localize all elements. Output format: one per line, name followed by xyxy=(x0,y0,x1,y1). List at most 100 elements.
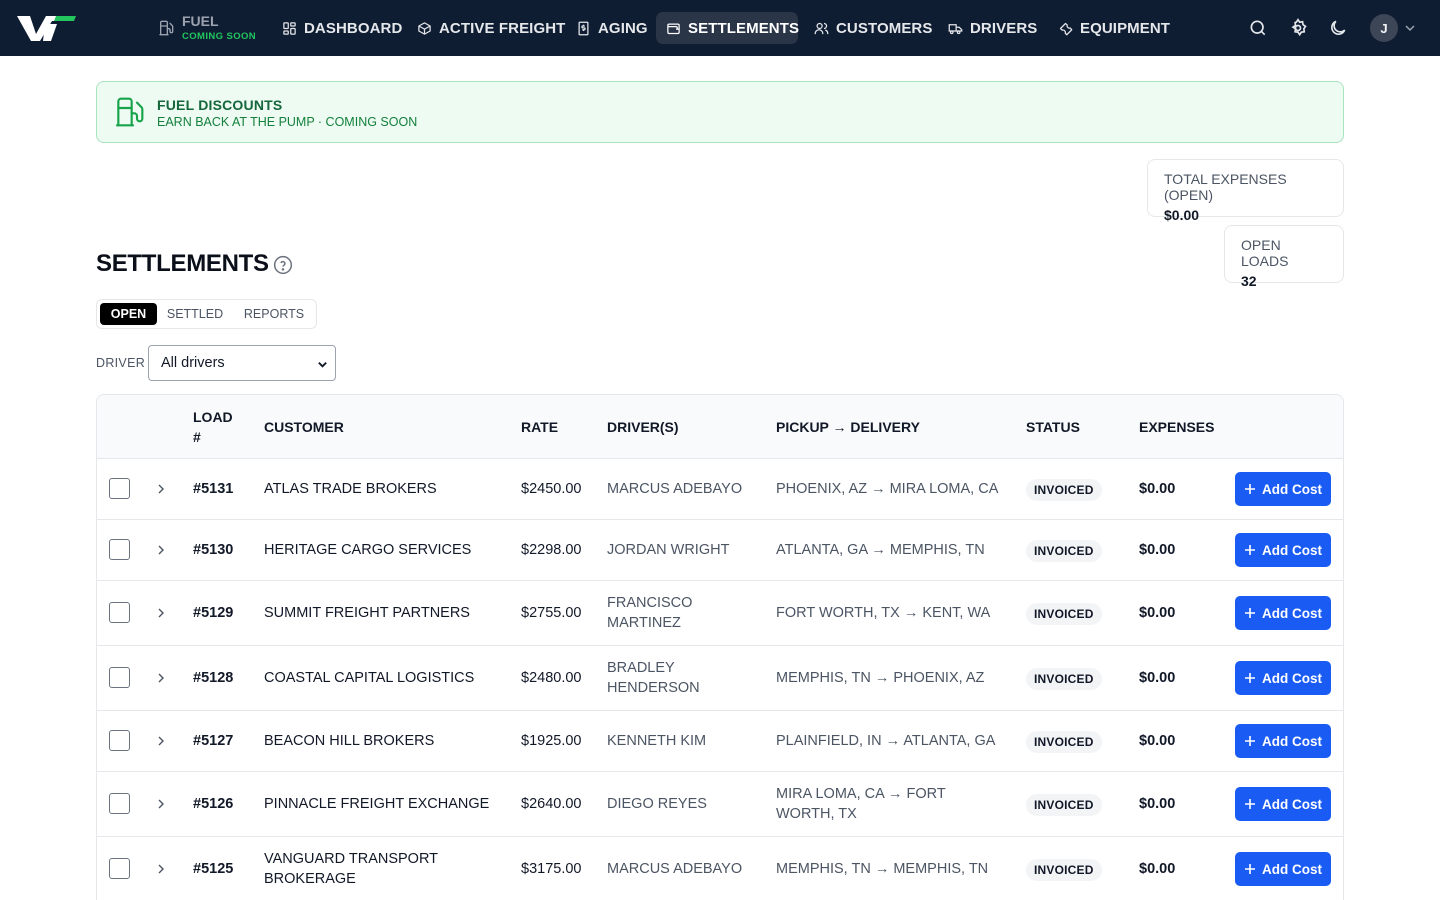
row-checkbox[interactable] xyxy=(109,478,130,499)
dashboard-icon xyxy=(283,21,296,35)
help-icon[interactable] xyxy=(273,255,293,275)
package-icon xyxy=(418,21,431,35)
add-cost-button[interactable]: Add Cost xyxy=(1235,661,1331,695)
nav-equipment[interactable]: EQUIPMENT xyxy=(1048,12,1180,44)
table-row[interactable]: #5126 PINNACLE FREIGHT EXCHANGE $2640.00… xyxy=(97,772,1343,837)
chevron-right-icon[interactable] xyxy=(155,798,167,810)
chevron-right-icon[interactable] xyxy=(155,863,167,875)
add-cost-button[interactable]: Add Cost xyxy=(1235,533,1331,567)
table-row[interactable]: #5130 HERITAGE CARGO SERVICES $2298.00 J… xyxy=(97,520,1343,581)
search-button[interactable] xyxy=(1248,18,1268,38)
row-checkbox[interactable] xyxy=(109,730,130,751)
row-driver: FRANCISCO MARTINEZ xyxy=(607,595,693,631)
plus-icon xyxy=(1245,736,1255,746)
table-row[interactable]: #5125 VANGUARD TRANSPORT BROKERAGE $3175… xyxy=(97,837,1343,900)
add-cost-label: Add Cost xyxy=(1262,796,1322,812)
theme-toggle[interactable] xyxy=(1328,18,1348,38)
row-load-number: #5128 xyxy=(193,670,234,686)
banner-title: FUEL DISCOUNTS xyxy=(157,97,283,113)
row-rate: $2480.00 xyxy=(521,670,582,686)
tab-reports[interactable]: REPORTS xyxy=(235,303,313,325)
nav-active-freight[interactable]: ACTIVE FREIGHT xyxy=(407,12,575,44)
nav-fuel-label: FUEL xyxy=(182,13,219,30)
nav-settlements[interactable]: SETTLEMENTS xyxy=(656,12,800,44)
row-rate: $2450.00 xyxy=(521,481,582,497)
chevron-right-icon[interactable] xyxy=(155,672,167,684)
row-load-number: #5127 xyxy=(193,733,234,749)
row-route: MIRA LOMA, CA → FORT WORTH, TX xyxy=(776,786,946,822)
header-status: STATUS xyxy=(1026,419,1080,435)
row-checkbox[interactable] xyxy=(109,858,130,879)
table-row[interactable]: #5129 SUMMIT FREIGHT PARTNERS $2755.00 F… xyxy=(97,581,1343,646)
users-icon xyxy=(814,22,829,34)
add-cost-button[interactable]: Add Cost xyxy=(1235,852,1331,886)
row-checkbox[interactable] xyxy=(109,539,130,560)
nav-drivers[interactable]: DRIVERS xyxy=(938,12,1047,44)
add-cost-button[interactable]: Add Cost xyxy=(1235,596,1331,630)
nav-dashboard[interactable]: DASHBOARD xyxy=(272,12,412,44)
row-rate: $2640.00 xyxy=(521,796,582,812)
row-checkbox[interactable] xyxy=(109,602,130,623)
table-row[interactable]: #5127 BEACON HILL BROKERS $1925.00 KENNE… xyxy=(97,711,1343,772)
coming-soon-badge: COMING SOON xyxy=(182,31,257,43)
nav-settlements-label: SETTLEMENTS xyxy=(688,19,800,37)
row-load-number: #5131 xyxy=(193,481,234,497)
fuel-pump-icon xyxy=(115,97,144,127)
status-badge: INVOICED xyxy=(1026,859,1102,881)
row-expenses: $0.00 xyxy=(1139,861,1176,877)
nav-customers-label: CUSTOMERS xyxy=(836,19,933,37)
row-expenses: $0.00 xyxy=(1139,670,1176,686)
row-rate: $3175.00 xyxy=(521,861,582,877)
row-checkbox[interactable] xyxy=(109,667,130,688)
table-row[interactable]: #5128 COASTAL CAPITAL LOGISTICS $2480.00… xyxy=(97,646,1343,711)
nav-aging[interactable]: AGING xyxy=(566,12,658,44)
chevron-right-icon[interactable] xyxy=(155,735,167,747)
chevron-right-icon[interactable] xyxy=(155,544,167,556)
row-load-number: #5126 xyxy=(193,796,234,812)
add-cost-button[interactable]: Add Cost xyxy=(1235,472,1331,506)
nav-drivers-label: DRIVERS xyxy=(970,19,1038,37)
row-customer: ATLAS TRADE BROKERS xyxy=(264,481,437,497)
add-cost-label: Add Cost xyxy=(1262,481,1322,497)
settings-button[interactable] xyxy=(1288,18,1308,38)
settlement-tabs: OPEN SETTLED REPORTS xyxy=(96,299,317,329)
tab-settled[interactable]: SETTLED xyxy=(159,303,231,325)
row-route: ATLANTA, GA → MEMPHIS, TN xyxy=(776,542,985,558)
header-rate: RATE xyxy=(521,419,559,435)
row-expenses: $0.00 xyxy=(1139,605,1176,621)
row-route: PLAINFIELD, IN → ATLANTA, GA xyxy=(776,733,996,749)
plus-icon xyxy=(1245,545,1255,555)
nav-equipment-label: EQUIPMENT xyxy=(1080,19,1171,37)
moon-icon xyxy=(1331,20,1346,35)
nav-dashboard-label: DASHBOARD xyxy=(304,19,403,37)
chevron-right-icon[interactable] xyxy=(155,483,167,495)
driver-select-value: All drivers xyxy=(161,355,225,371)
user-avatar[interactable]: J xyxy=(1370,14,1398,42)
table-row[interactable]: #5131 ATLAS TRADE BROKERS $2450.00 MARCU… xyxy=(97,459,1343,520)
row-driver: DIEGO REYES xyxy=(607,796,707,812)
add-cost-button[interactable]: Add Cost xyxy=(1235,787,1331,821)
nav-customers[interactable]: CUSTOMERS xyxy=(804,12,942,44)
row-customer: HERITAGE CARGO SERVICES xyxy=(264,542,472,558)
tab-open[interactable]: OPEN xyxy=(100,303,157,325)
chevron-right-icon[interactable] xyxy=(155,607,167,619)
status-badge: INVOICED xyxy=(1026,794,1102,816)
chevron-down-icon[interactable] xyxy=(1404,22,1416,34)
wrench-icon xyxy=(1059,22,1073,35)
driver-select[interactable]: All drivers xyxy=(148,345,336,381)
chevron-down-icon xyxy=(318,362,327,368)
row-customer: BEACON HILL BROKERS xyxy=(264,733,435,749)
open-loads-label: OPEN LOADS xyxy=(1241,237,1289,269)
plus-icon xyxy=(1245,673,1255,683)
row-checkbox[interactable] xyxy=(109,793,130,814)
driver-filter-label: DRIVER xyxy=(96,356,146,370)
status-badge: INVOICED xyxy=(1026,668,1102,690)
row-driver: KENNETH KIM xyxy=(607,733,707,749)
brand-logo[interactable] xyxy=(16,12,78,44)
plus-icon xyxy=(1245,864,1255,874)
open-loads-card: OPEN LOADS 32 xyxy=(1224,225,1344,289)
add-cost-button[interactable]: Add Cost xyxy=(1235,724,1331,758)
fuel-discounts-banner: FUEL DISCOUNTS EARN BACK AT THE PUMP · C… xyxy=(96,81,1344,143)
nav-fuel[interactable]: FUEL COMING SOON xyxy=(150,12,264,44)
open-loads-value: 32 xyxy=(1241,273,1257,289)
